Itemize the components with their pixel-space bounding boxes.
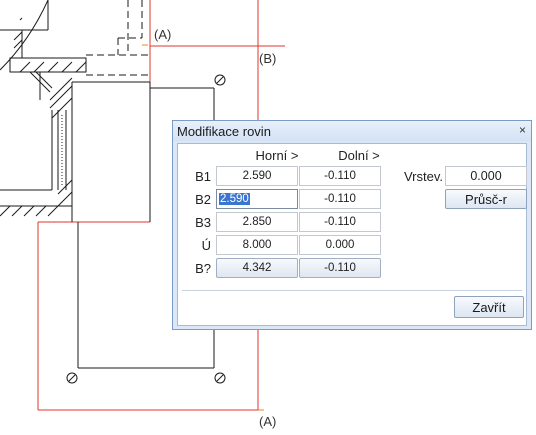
hidden-lines: [86, 0, 150, 76]
b2-upper-field[interactable]: 2.590: [216, 189, 309, 209]
b2-lower-field[interactable]: -0.110: [299, 189, 381, 209]
b1-lower-field[interactable]: -0.110: [299, 166, 381, 186]
row-label-b-query: B?: [195, 261, 211, 276]
hatching: [0, 17, 87, 217]
row-label-b1: B1: [195, 169, 211, 184]
row-label-b3: B3: [195, 215, 211, 230]
u-lower-field[interactable]: 0.000: [299, 235, 381, 255]
dialog-title: Modifikace rovin: [177, 124, 271, 139]
column-header-lower: Dolní >: [338, 148, 380, 163]
zavrit-button[interactable]: Zavřít: [454, 296, 524, 318]
prusc-r-button[interactable]: Průsč-r: [445, 189, 527, 209]
close-icon[interactable]: ×: [519, 123, 526, 137]
dialog-titlebar[interactable]: Modifikace rovin ×: [173, 121, 531, 141]
row-label-u: Ú: [201, 238, 211, 253]
u-upper-field[interactable]: 8.000: [216, 235, 298, 255]
b-query-upper-button[interactable]: 4.342: [216, 258, 298, 278]
vrstev-label: Vrstev.: [403, 169, 443, 184]
b1-upper-field[interactable]: 2.590: [216, 166, 298, 186]
column-header-upper: Horní >: [255, 148, 299, 163]
axis-label-a-top: (A): [154, 27, 172, 42]
b2-upper-selected-text: 2.590: [219, 193, 250, 205]
modifikace-rovin-dialog: Modifikace rovin × Horní > Dolní > B1 2.…: [172, 120, 532, 330]
axis-label-a-bottom: (A): [259, 414, 277, 429]
b-query-lower-button[interactable]: -0.110: [299, 258, 381, 278]
axis-label-b: (B): [259, 51, 277, 66]
b3-lower-field[interactable]: -0.110: [299, 212, 381, 232]
b3-upper-field[interactable]: 2.850: [216, 212, 298, 232]
vrstev-field[interactable]: 0.000: [445, 166, 527, 186]
row-label-b2: B2: [195, 192, 211, 207]
dialog-panel: Horní > Dolní > B1 2.590 -0.110 B2 2.590…: [177, 143, 527, 326]
dialog-separator: [182, 290, 522, 291]
